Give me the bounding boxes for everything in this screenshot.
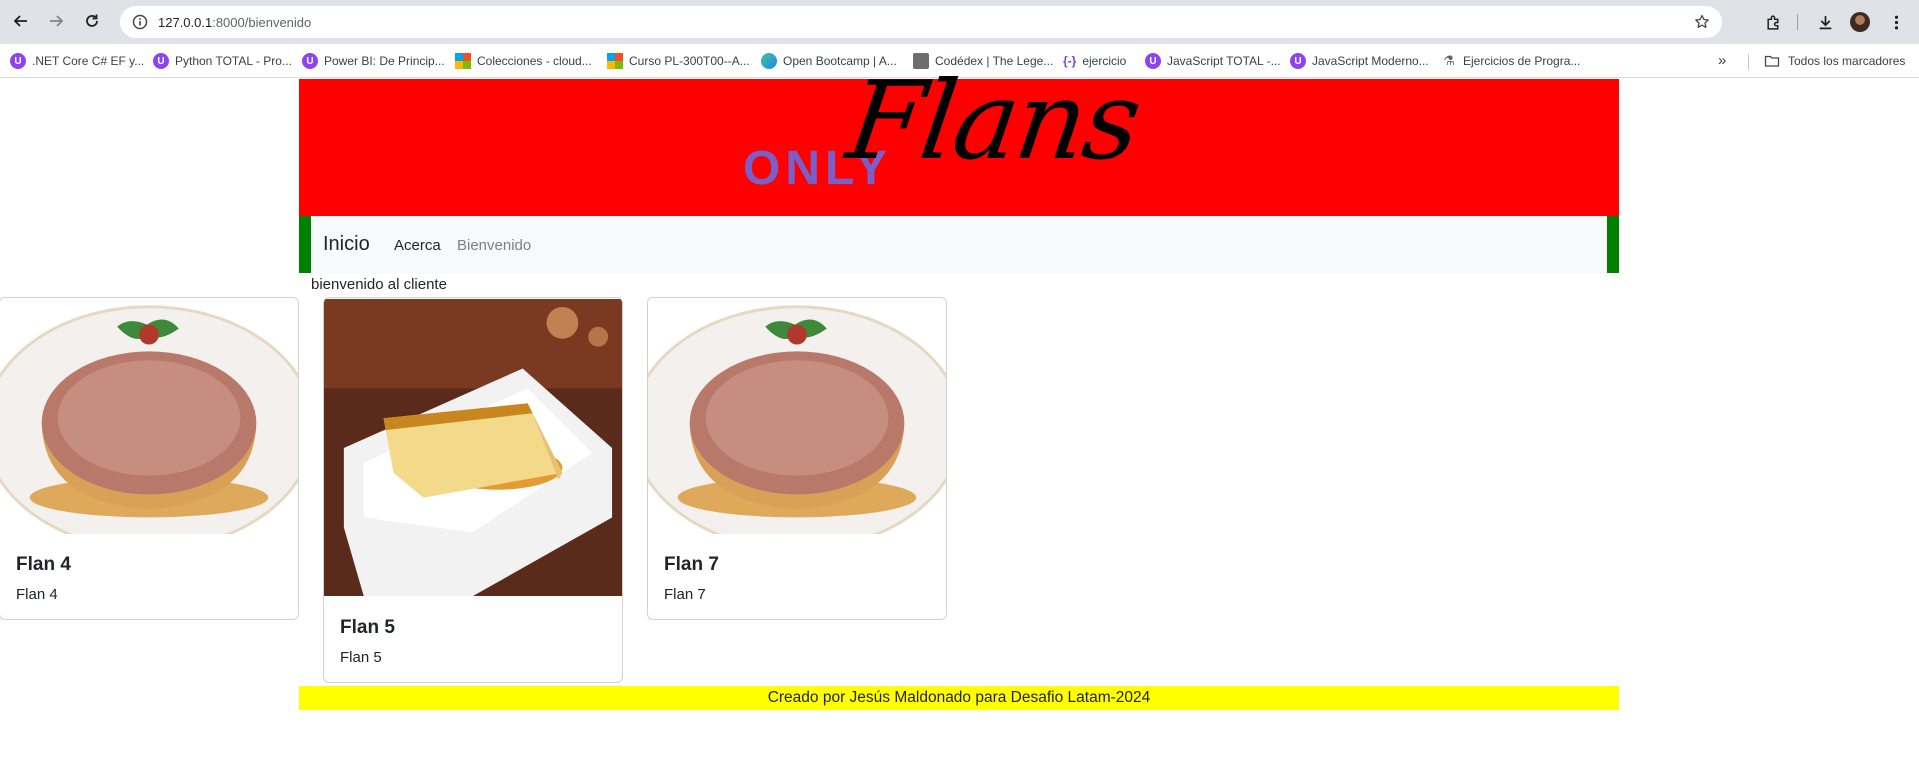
card-text: Flan 5	[340, 649, 382, 666]
navbar-brand-inicio[interactable]: Inicio	[323, 233, 370, 256]
welcome-message: bienvenido al cliente	[311, 276, 447, 293]
bookmark-item[interactable]: Curso PL-300T00--A...	[607, 53, 750, 69]
address-bar[interactable]: 127.0.0.1:8000/bienvenido	[120, 6, 1722, 38]
all-bookmarks-label: Todos los marcadores	[1788, 54, 1906, 68]
bookmark-item[interactable]: U Power BI: De Princip...	[302, 53, 445, 69]
udemy-icon: U	[153, 53, 169, 69]
more-menu-icon[interactable]	[1885, 11, 1907, 33]
navbar: Inicio Acerca Bienvenido	[299, 216, 1619, 273]
url-host: 127.0.0.1	[158, 14, 213, 30]
reload-icon[interactable]	[81, 10, 103, 32]
card-text: Flan 4	[16, 586, 58, 603]
card-text: Flan 7	[664, 586, 706, 603]
udemy-icon: U	[1290, 53, 1306, 69]
site-logo: ONLY Flans	[743, 59, 1183, 216]
product-card[interactable]: Flan 4 Flan 4	[0, 297, 299, 620]
page-content: ONLY Flans Inicio Acerca Bienvenido bien…	[0, 59, 1919, 770]
udemy-icon: U	[10, 53, 26, 69]
bookmark-label: Curso PL-300T00--A...	[629, 54, 750, 68]
download-icon[interactable]	[1814, 11, 1836, 33]
flask-icon: ⚗	[1443, 53, 1455, 68]
bookmark-label: Python TOTAL - Pro...	[175, 54, 292, 68]
page-footer: Creado por Jesús Maldonado para Desafio …	[299, 686, 1619, 710]
bookmark-label: .NET Core C# EF y...	[32, 54, 145, 68]
chevron-double-right-icon[interactable]: »	[1718, 52, 1726, 69]
product-card[interactable]: Flan 7 Flan 7	[647, 297, 947, 620]
bookmark-label: Colecciones - cloud...	[477, 54, 592, 68]
card-title: Flan 7	[664, 554, 719, 575]
nav-link-bienvenido[interactable]: Bienvenido	[457, 237, 531, 254]
folder-icon	[1764, 55, 1780, 67]
bookmark-label: Ejercicios de Progra...	[1463, 54, 1581, 68]
profile-avatar[interactable]	[1850, 12, 1870, 32]
header-banner: ONLY Flans	[299, 59, 1619, 216]
bookmark-item[interactable]: U JavaScript TOTAL -...	[1145, 53, 1281, 69]
microsoft-icon	[607, 53, 623, 69]
bookmark-label: JavaScript Moderno...	[1312, 54, 1429, 68]
bookmark-item[interactable]: Colecciones - cloud...	[455, 53, 592, 69]
flan-whole-image	[648, 298, 946, 534]
bookmark-label: JavaScript TOTAL -...	[1167, 54, 1281, 68]
back-arrow-icon[interactable]	[10, 10, 32, 32]
flan-slice-image	[324, 298, 622, 597]
bookmark-item[interactable]: U .NET Core C# EF y...	[10, 53, 144, 69]
extensions-icon[interactable]	[1762, 11, 1784, 33]
bookmarks-divider	[1748, 54, 1749, 70]
card-title: Flan 4	[16, 554, 71, 575]
bookmark-item[interactable]: U Python TOTAL - Pro...	[153, 53, 292, 69]
url-path: :8000/bienvenido	[212, 14, 312, 30]
flan-whole-image	[0, 298, 298, 534]
bookmark-star-icon[interactable]	[1692, 12, 1712, 32]
site-info-icon[interactable]	[130, 12, 150, 32]
url-text: 127.0.0.1:8000/bienvenido	[158, 15, 311, 30]
card-title: Flan 5	[340, 617, 395, 638]
browser-toolbar: 127.0.0.1:8000/bienvenido	[0, 0, 1919, 44]
logo-flans-text: Flans	[840, 59, 1147, 184]
openbootcamp-icon	[761, 53, 777, 69]
bookmark-label: Power BI: De Princip...	[324, 54, 445, 68]
microsoft-icon	[455, 53, 471, 69]
bookmark-item[interactable]: ⚗ Ejercicios de Progra...	[1441, 53, 1580, 69]
product-card[interactable]: Flan 5 Flan 5	[323, 297, 623, 683]
udemy-icon: U	[302, 53, 318, 69]
forward-arrow-icon[interactable]	[45, 10, 67, 32]
nav-link-acerca[interactable]: Acerca	[394, 237, 441, 254]
bookmark-item[interactable]: U JavaScript Moderno...	[1290, 53, 1429, 69]
toolbar-divider	[1797, 14, 1798, 30]
udemy-icon: U	[1145, 53, 1161, 69]
all-bookmarks-button[interactable]: Todos los marcadores	[1764, 53, 1905, 69]
